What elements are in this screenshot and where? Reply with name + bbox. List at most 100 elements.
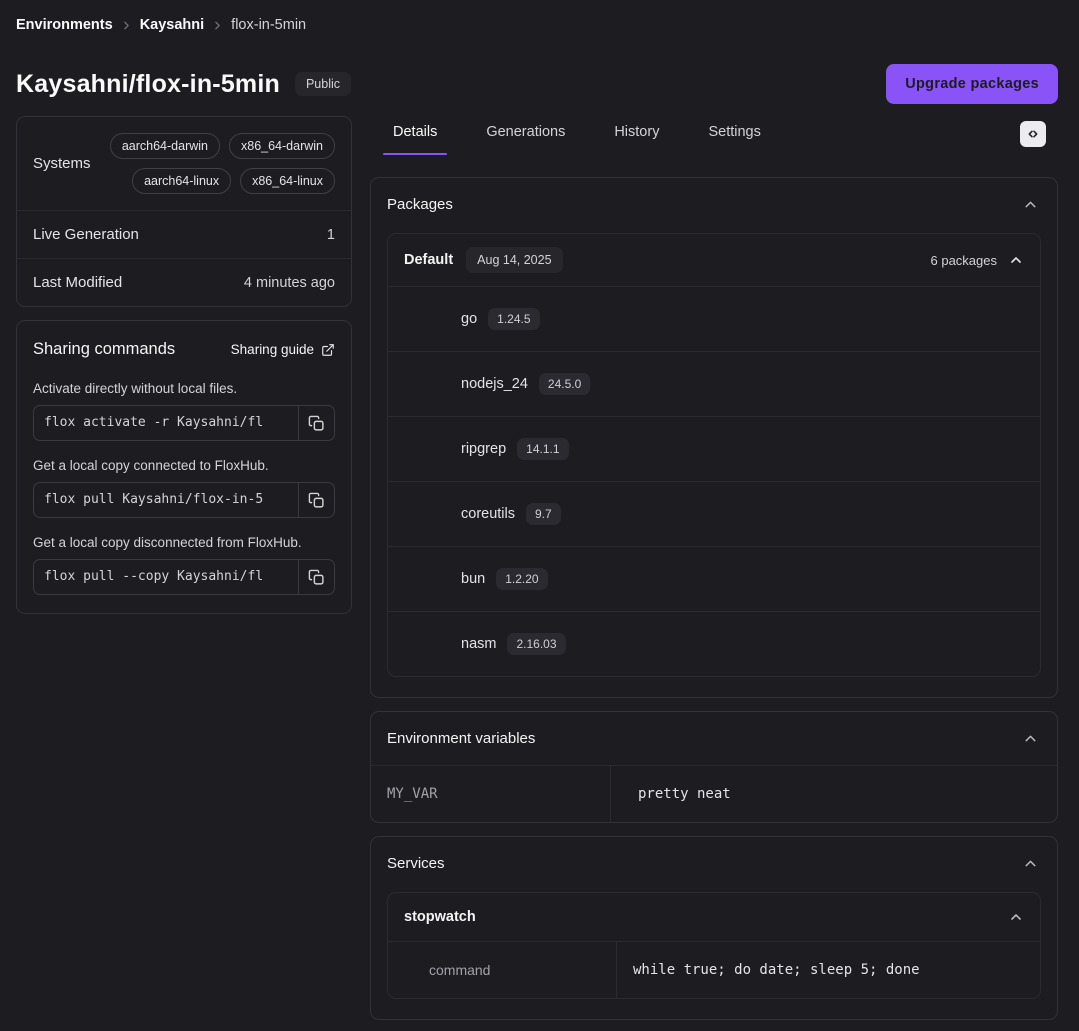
sharing-commands-card: Sharing commands Sharing guide Activate …: [16, 320, 352, 614]
chevron-up-icon: [1022, 196, 1039, 213]
last-modified-label: Last Modified: [33, 274, 122, 291]
copy-button[interactable]: [298, 483, 334, 517]
package-version-badge: 2.16.03: [507, 633, 565, 655]
activate-command-text: flox activate -r Kaysahni/fl: [34, 406, 298, 440]
copy-icon: [308, 415, 325, 432]
package-row: go 1.24.5: [388, 286, 1040, 351]
package-row: coreutils 9.7: [388, 481, 1040, 546]
package-name: coreutils: [461, 506, 515, 522]
tab-bar: Details Generations History Settings: [370, 116, 1058, 165]
sharing-commands-title: Sharing commands: [33, 340, 175, 359]
live-generation-label: Live Generation: [33, 226, 139, 243]
chevron-up-icon: [1008, 252, 1024, 268]
breadcrumb-environments[interactable]: Environments: [16, 17, 113, 33]
package-version-badge: 14.1.1: [517, 438, 568, 460]
system-badge-x86_64-linux: x86_64-linux: [240, 168, 335, 194]
sidebar: Systems aarch64-darwin x86_64-darwin aar…: [16, 116, 352, 614]
system-badge-x86_64-darwin: x86_64-darwin: [229, 133, 335, 159]
page-header: Kaysahni/flox-in-5min Public Upgrade pac…: [0, 64, 1079, 104]
package-name: bun: [461, 571, 485, 587]
pull-copy-command-text: flox pull --copy Kaysahni/fl: [34, 560, 298, 594]
upgrade-packages-button[interactable]: Upgrade packages: [886, 64, 1058, 104]
chevron-up-icon: [1008, 909, 1024, 925]
chevron-right-icon: [120, 19, 133, 32]
services-section-header[interactable]: Services: [371, 837, 1057, 890]
copy-button[interactable]: [298, 560, 334, 594]
system-badges: aarch64-darwin x86_64-darwin aarch64-lin…: [91, 133, 335, 194]
package-row: bun 1.2.20: [388, 546, 1040, 611]
tab-history[interactable]: History: [614, 116, 659, 155]
pull-command-text: flox pull Kaysahni/flox-in-5: [34, 483, 298, 517]
system-badge-aarch64-darwin: aarch64-darwin: [110, 133, 220, 159]
env-vars-section-header[interactable]: Environment variables: [371, 712, 1057, 765]
chevron-right-icon: [211, 19, 224, 32]
system-badge-aarch64-linux: aarch64-linux: [132, 168, 231, 194]
tab-settings[interactable]: Settings: [708, 116, 760, 155]
pull-command-label: Get a local copy connected to FloxHub.: [33, 458, 335, 473]
tab-details[interactable]: Details: [393, 116, 437, 155]
breadcrumb-current: flox-in-5min: [231, 17, 306, 33]
visibility-badge: Public: [295, 72, 351, 96]
packages-section: Packages Default Aug 14, 2025 6 packages: [370, 177, 1058, 698]
env-vars-title: Environment variables: [387, 730, 535, 747]
package-version-badge: 9.7: [526, 503, 561, 525]
package-row: nasm 2.16.03: [388, 611, 1040, 676]
pull-copy-command-box: flox pull --copy Kaysahni/fl: [33, 559, 335, 595]
package-count: 6 packages: [931, 253, 998, 268]
activate-command-box: flox activate -r Kaysahni/fl: [33, 405, 335, 441]
package-group-date-badge: Aug 14, 2025: [466, 247, 562, 273]
env-vars-section: Environment variables MY_VAR pretty neat: [370, 711, 1058, 823]
last-modified-value: 4 minutes ago: [244, 275, 335, 291]
service-command-row: command while true; do date; sleep 5; do…: [388, 941, 1040, 998]
code-view-button[interactable]: [1020, 121, 1046, 147]
packages-title: Packages: [387, 196, 453, 213]
breadcrumb: Environments Kaysahni flox-in-5min: [0, 0, 1079, 33]
sharing-guide-label: Sharing guide: [231, 342, 314, 357]
environment-meta-card: Systems aarch64-darwin x86_64-darwin aar…: [16, 116, 352, 307]
env-var-row: MY_VAR pretty neat: [371, 765, 1057, 822]
package-row: nodejs_24 24.5.0: [388, 351, 1040, 416]
package-version-badge: 1.24.5: [488, 308, 539, 330]
chevron-up-icon: [1022, 855, 1039, 872]
tab-generations[interactable]: Generations: [486, 116, 565, 155]
systems-row: Systems aarch64-darwin x86_64-darwin aar…: [17, 117, 351, 210]
service-header[interactable]: stopwatch: [388, 893, 1040, 941]
pull-copy-command-label: Get a local copy disconnected from FloxH…: [33, 535, 335, 550]
service-command-key: command: [388, 942, 617, 998]
copy-icon: [308, 569, 325, 586]
pull-command-box: flox pull Kaysahni/flox-in-5: [33, 482, 335, 518]
external-link-icon: [321, 343, 335, 357]
package-row: ripgrep 14.1.1: [388, 416, 1040, 481]
packages-section-header[interactable]: Packages: [371, 178, 1057, 231]
sharing-guide-link[interactable]: Sharing guide: [231, 342, 335, 357]
package-name: nodejs_24: [461, 376, 528, 392]
package-name: ripgrep: [461, 441, 506, 457]
activate-command-label: Activate directly without local files.: [33, 381, 335, 396]
env-var-value: pretty neat: [611, 766, 1057, 822]
package-version-badge: 1.2.20: [496, 568, 547, 590]
systems-label: Systems: [33, 155, 91, 172]
package-name: nasm: [461, 636, 496, 652]
copy-icon: [308, 492, 325, 509]
copy-button[interactable]: [298, 406, 334, 440]
package-group-name: Default: [404, 252, 453, 268]
service-command-value: while true; do date; sleep 5; done: [617, 942, 1040, 998]
package-name: go: [461, 311, 477, 327]
live-generation-row: Live Generation 1: [17, 210, 351, 258]
main-content: Details Generations History Settings Pac…: [370, 116, 1058, 1020]
code-icon: [1025, 126, 1041, 142]
page-title: Kaysahni/flox-in-5min: [16, 70, 280, 99]
package-version-badge: 24.5.0: [539, 373, 590, 395]
breadcrumb-owner[interactable]: Kaysahni: [140, 17, 204, 33]
live-generation-value: 1: [327, 227, 335, 243]
chevron-up-icon: [1022, 730, 1039, 747]
package-group-header[interactable]: Default Aug 14, 2025 6 packages: [388, 234, 1040, 286]
floxhub-environment-page: Environments Kaysahni flox-in-5min Kaysa…: [0, 0, 1079, 1020]
env-var-name: MY_VAR: [371, 766, 611, 822]
package-group-default: Default Aug 14, 2025 6 packages go 1.24.…: [387, 233, 1041, 677]
services-title: Services: [387, 855, 445, 872]
service-name: stopwatch: [404, 909, 476, 925]
service-card-stopwatch: stopwatch command while true; do date; s…: [387, 892, 1041, 999]
services-section: Services stopwatch command while true; d…: [370, 836, 1058, 1020]
last-modified-row: Last Modified 4 minutes ago: [17, 258, 351, 306]
